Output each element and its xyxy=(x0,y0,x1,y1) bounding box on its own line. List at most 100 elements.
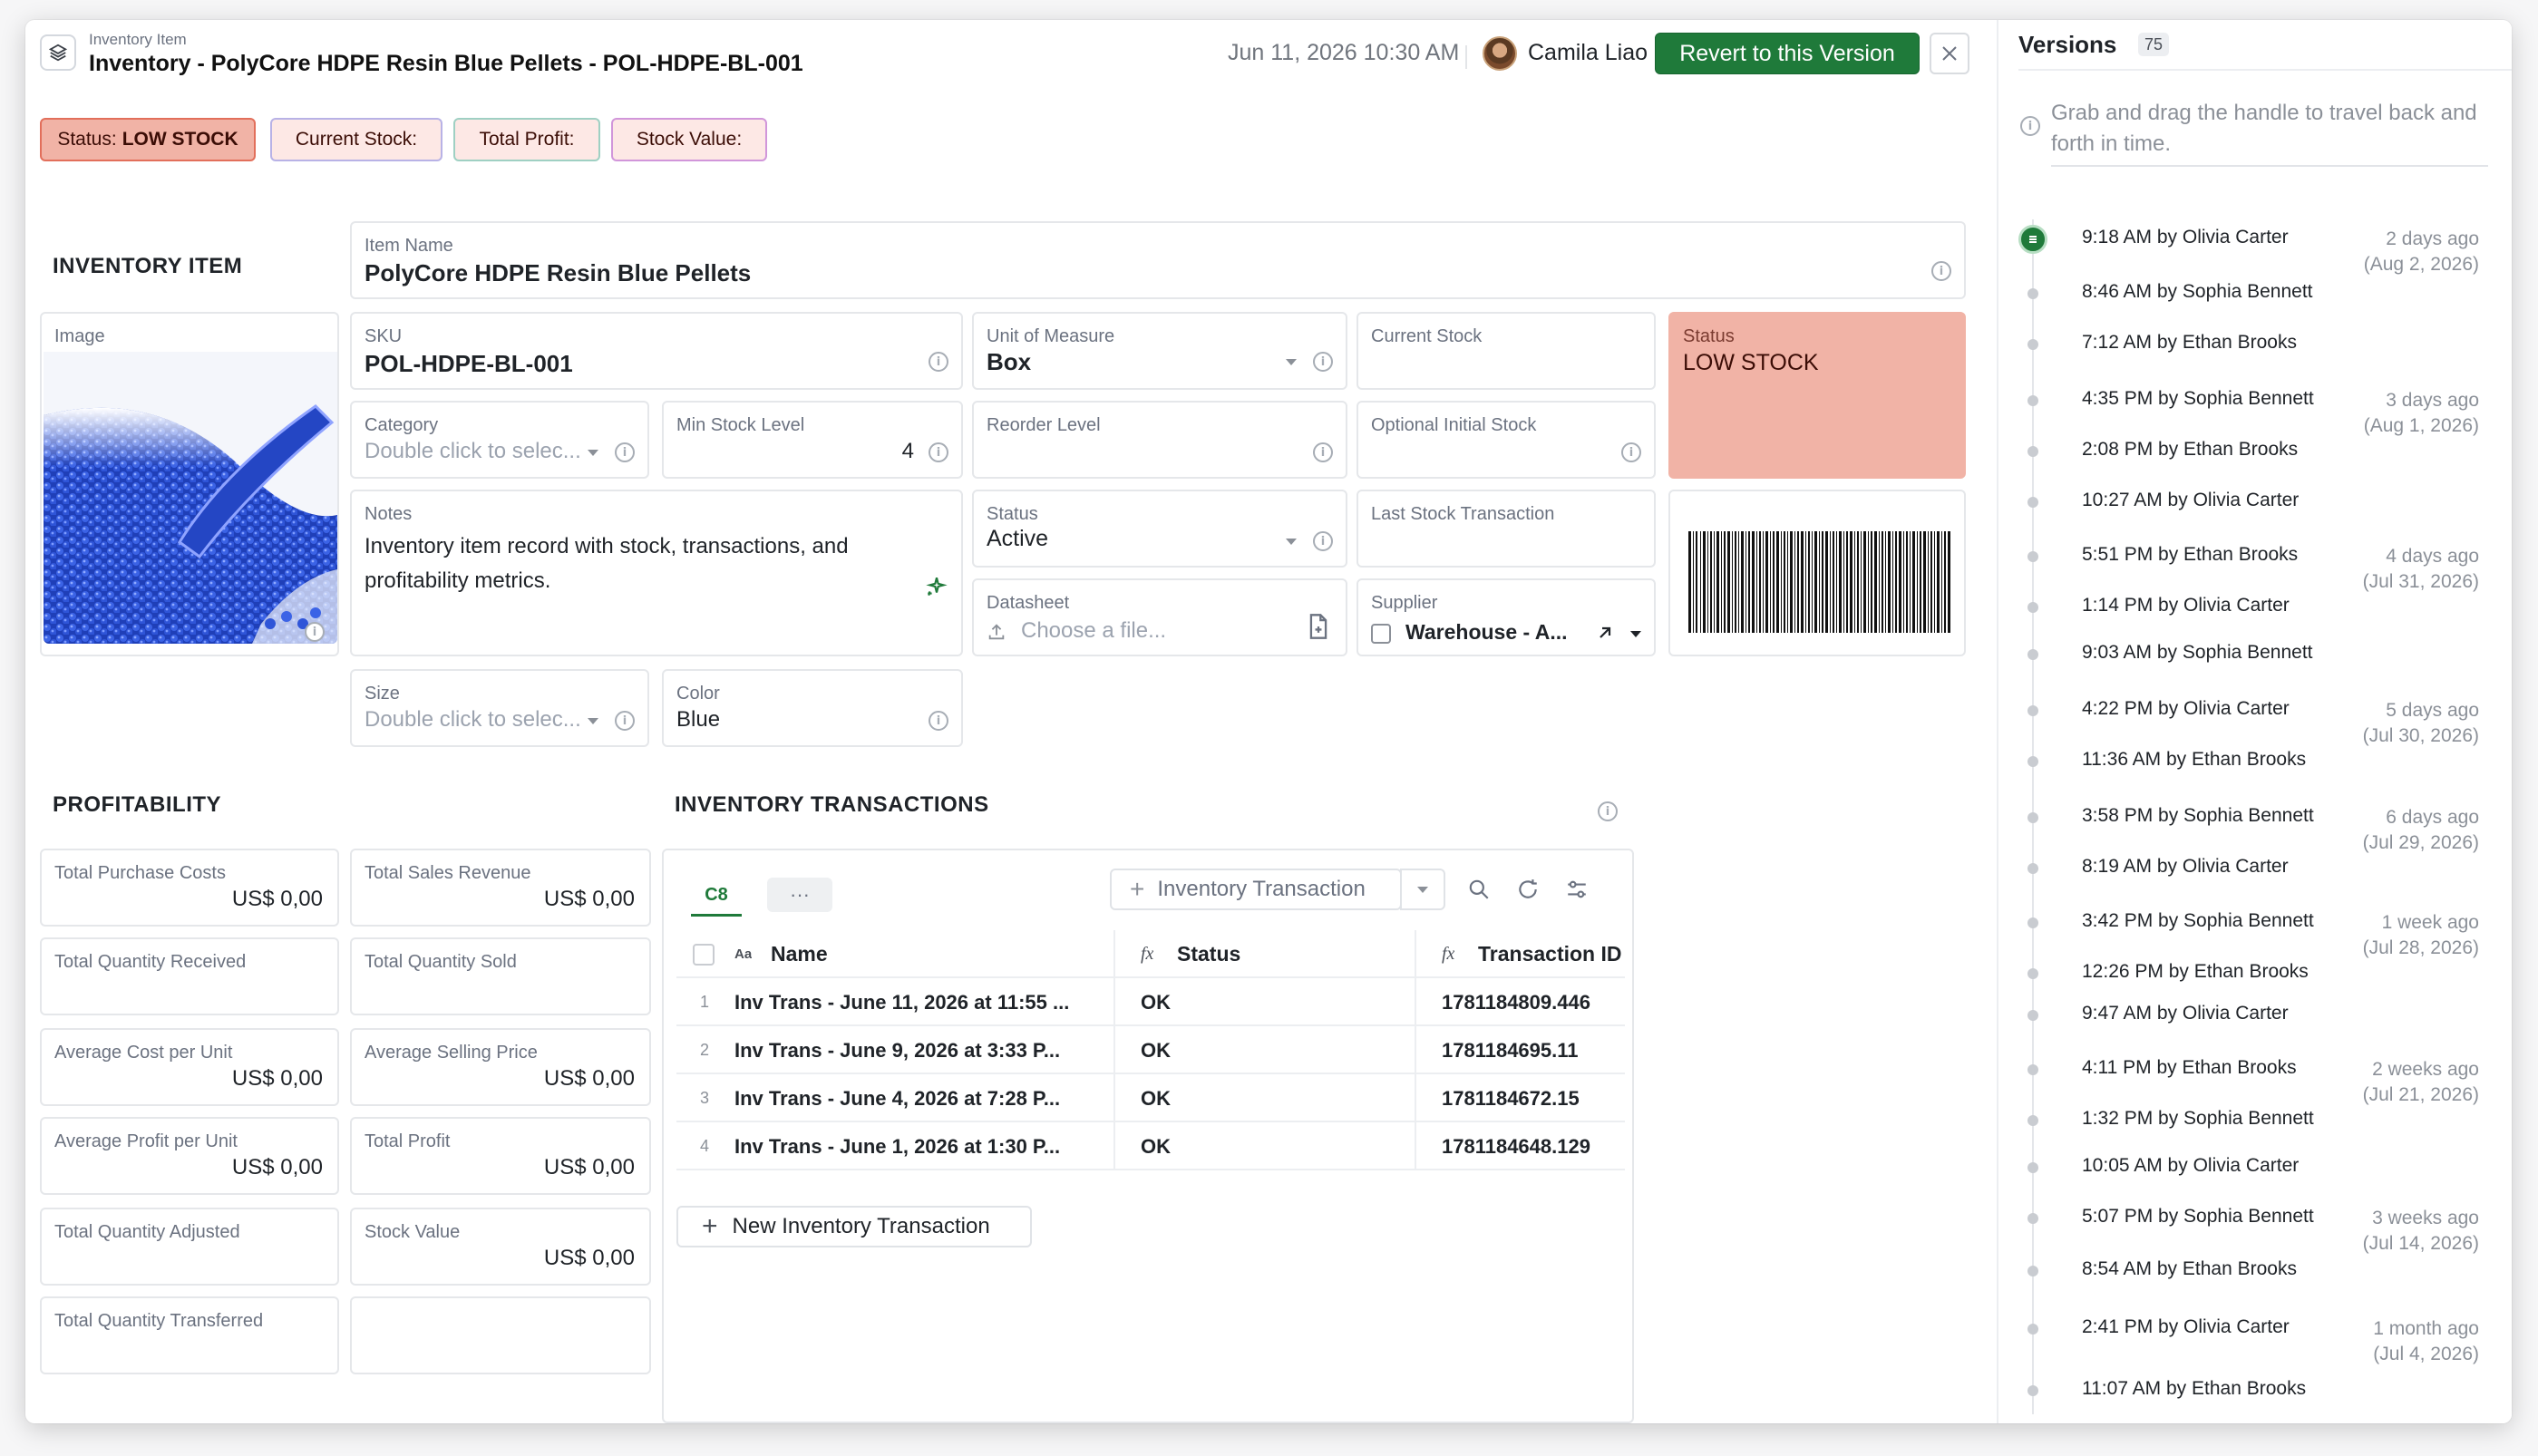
profitability-field[interactable]: Total Quantity Adjusted xyxy=(40,1208,339,1286)
chevron-down-icon[interactable] xyxy=(588,718,598,724)
version-item[interactable]: 8:54 AM by Ethan Brooks xyxy=(2082,1258,2297,1280)
table-row[interactable]: 2 Inv Trans - June 9, 2026 at 3:33 P... OK… xyxy=(676,1026,1625,1074)
reorder-level-field[interactable]: Reorder Level i xyxy=(972,401,1347,479)
current-stock-badge[interactable]: Current Stock: xyxy=(270,118,442,161)
total-profit-badge[interactable]: Total Profit: xyxy=(453,118,600,161)
timeline-dot[interactable] xyxy=(2027,1266,2038,1276)
version-item[interactable]: 11:07 AM by Ethan Brooks xyxy=(2082,1378,2306,1400)
timeline-dot[interactable] xyxy=(2027,1324,2038,1335)
timeline-dot[interactable] xyxy=(2027,602,2038,613)
add-transaction-dropdown[interactable] xyxy=(1400,869,1445,910)
timeline-dot[interactable] xyxy=(2027,551,2038,562)
filter-settings-icon[interactable] xyxy=(1565,878,1589,906)
current-stock-field[interactable]: Current Stock xyxy=(1357,312,1656,390)
sku-field[interactable]: SKU POL-HDPE-BL-001 i xyxy=(350,312,963,390)
version-item[interactable]: 3:42 PM by Sophia Bennett xyxy=(2082,910,2314,932)
add-inventory-transaction-button[interactable]: + Inventory Transaction xyxy=(1110,869,1402,910)
version-item[interactable]: 2:41 PM by Olivia Carter xyxy=(2082,1316,2290,1338)
timeline-dot[interactable] xyxy=(2027,705,2038,716)
timeline-dot[interactable] xyxy=(2027,497,2038,508)
timeline-handle[interactable] xyxy=(2018,225,2047,254)
version-item[interactable]: 5:51 PM by Ethan Brooks xyxy=(2082,544,2298,566)
chevron-down-icon[interactable] xyxy=(588,450,598,456)
version-item[interactable]: 11:36 AM by Ethan Brooks xyxy=(2082,749,2306,771)
profitability-field[interactable]: Total Quantity Transferred xyxy=(40,1296,339,1374)
version-item[interactable]: 8:46 AM by Sophia Bennett xyxy=(2082,281,2313,303)
version-item[interactable]: 3:58 PM by Sophia Bennett xyxy=(2082,805,2314,827)
stock-value-badge[interactable]: Stock Value: xyxy=(611,118,767,161)
status-select[interactable]: Status Active i xyxy=(972,490,1347,568)
chevron-down-icon[interactable] xyxy=(1630,631,1641,637)
version-item[interactable]: 5:07 PM by Sophia Bennett xyxy=(2082,1206,2314,1228)
timeline-dot[interactable] xyxy=(2027,863,2038,874)
optional-initial-stock-field[interactable]: Optional Initial Stock i xyxy=(1357,401,1656,479)
unit-of-measure-select[interactable]: Unit of Measure Box i xyxy=(972,312,1347,390)
timeline-dot[interactable] xyxy=(2027,1064,2038,1075)
profitability-field[interactable] xyxy=(350,1296,651,1374)
revert-button[interactable]: Revert to this Version xyxy=(1655,33,1920,74)
new-inventory-transaction-button[interactable]: + New Inventory Transaction xyxy=(676,1206,1032,1247)
timeline-dot[interactable] xyxy=(2027,1115,2038,1126)
version-item[interactable]: 10:27 AM by Olivia Carter xyxy=(2082,490,2299,511)
version-item[interactable]: 9:47 AM by Olivia Carter xyxy=(2082,1003,2289,1024)
search-icon[interactable] xyxy=(1467,878,1491,906)
color-field[interactable]: Color Blue i xyxy=(662,669,963,747)
timeline-dot[interactable] xyxy=(2027,968,2038,979)
timeline-dot[interactable] xyxy=(2027,812,2038,823)
timeline-dot[interactable] xyxy=(2027,395,2038,406)
table-row[interactable]: 1 Inv Trans - June 11, 2026 at 11:55 ... O… xyxy=(676,978,1625,1026)
notes-field[interactable]: Notes Inventory item record with stock, … xyxy=(350,490,963,656)
timeline-dot[interactable] xyxy=(2027,288,2038,299)
timeline-dot[interactable] xyxy=(2027,1385,2038,1396)
tab-c8[interactable]: C8 xyxy=(691,878,742,912)
version-item[interactable]: 12:26 PM by Ethan Brooks xyxy=(2082,961,2309,983)
version-item[interactable]: 2:08 PM by Ethan Brooks xyxy=(2082,439,2298,461)
open-link-icon[interactable] xyxy=(1596,624,1614,646)
version-item[interactable]: 7:12 AM by Ethan Brooks xyxy=(2082,332,2297,354)
version-item[interactable]: 4:22 PM by Olivia Carter xyxy=(2082,698,2290,720)
timeline-dot[interactable] xyxy=(2027,756,2038,767)
last-stock-transaction-field[interactable]: Last Stock Transaction xyxy=(1357,490,1656,568)
chevron-down-icon[interactable] xyxy=(1286,359,1297,365)
version-item[interactable]: 9:03 AM by Sophia Bennett xyxy=(2082,642,2313,664)
size-select[interactable]: Size Double click to selec... i xyxy=(350,669,649,747)
version-item[interactable]: 10:05 AM by Olivia Carter xyxy=(2082,1155,2299,1177)
supplier-select[interactable]: Supplier Warehouse - A... xyxy=(1357,578,1656,656)
min-stock-level-field[interactable]: Min Stock Level 4 i xyxy=(662,401,963,479)
close-button[interactable] xyxy=(1930,33,1969,74)
timeline-dot[interactable] xyxy=(2027,1213,2038,1224)
column-name[interactable]: Name xyxy=(771,930,828,978)
item-name-field[interactable]: Item Name PolyCore HDPE Resin Blue Pelle… xyxy=(350,221,1966,299)
status-badge[interactable]: Status: LOW STOCK xyxy=(40,118,256,161)
version-item[interactable]: 1:32 PM by Sophia Bennett xyxy=(2082,1108,2314,1130)
timeline-dot[interactable] xyxy=(2027,446,2038,457)
profitability-field[interactable]: Average Selling Price US$ 0,00 xyxy=(350,1028,651,1106)
file-icon[interactable] xyxy=(1306,613,1331,645)
tab-more[interactable]: ··· xyxy=(767,878,832,912)
image-field[interactable]: Image i xyxy=(40,312,339,656)
sparkle-icon[interactable] xyxy=(925,575,948,603)
version-item[interactable]: 1:14 PM by Olivia Carter xyxy=(2082,595,2290,616)
select-all-checkbox[interactable] xyxy=(693,930,715,978)
profitability-field[interactable]: Total Quantity Sold xyxy=(350,937,651,1015)
category-select[interactable]: Category Double click to selec... i xyxy=(350,401,649,479)
profitability-field[interactable]: Total Sales Revenue US$ 0,00 xyxy=(350,849,651,927)
timeline-dot[interactable] xyxy=(2027,1162,2038,1173)
supplier-value[interactable]: Warehouse - A... xyxy=(1405,620,1568,645)
timeline-dot[interactable] xyxy=(2027,339,2038,350)
profitability-field[interactable]: Average Cost per Unit US$ 0,00 xyxy=(40,1028,339,1106)
datasheet-upload[interactable]: Datasheet Choose a file... xyxy=(972,578,1347,656)
refresh-icon[interactable] xyxy=(1516,878,1540,906)
version-item[interactable]: 8:19 AM by Olivia Carter xyxy=(2082,856,2289,878)
timeline-dot[interactable] xyxy=(2027,649,2038,660)
profitability-field[interactable]: Total Purchase Costs US$ 0,00 xyxy=(40,849,339,927)
version-item[interactable]: 4:11 PM by Ethan Brooks xyxy=(2082,1057,2297,1079)
column-status[interactable]: Status xyxy=(1177,930,1240,978)
timeline-dot[interactable] xyxy=(2027,1010,2038,1021)
profitability-field[interactable]: Stock Value US$ 0,00 xyxy=(350,1208,651,1286)
profitability-field[interactable]: Average Profit per Unit US$ 0,00 xyxy=(40,1117,339,1195)
table-row[interactable]: 4 Inv Trans - June 1, 2026 at 1:30 P... OK… xyxy=(676,1122,1625,1170)
profitability-field[interactable]: Total Quantity Received xyxy=(40,937,339,1015)
chevron-down-icon[interactable] xyxy=(1286,539,1297,545)
version-item[interactable]: 4:35 PM by Sophia Bennett xyxy=(2082,388,2314,410)
